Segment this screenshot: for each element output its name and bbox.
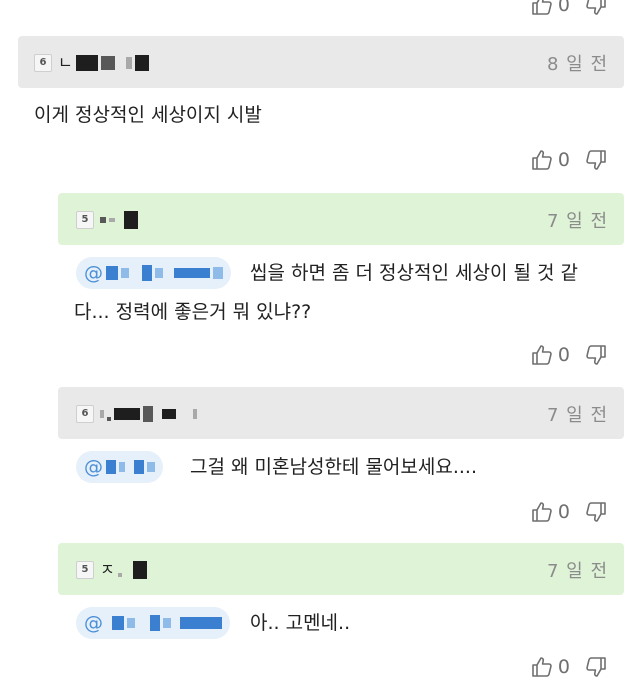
- comment-text: 씹을 하면 좀 더 정상적인 세상이 될 것 같: [250, 262, 578, 284]
- like-count: 0: [557, 656, 570, 678]
- like-count: 0: [557, 344, 570, 366]
- comment-text: 아.. 고멘네..: [250, 612, 351, 634]
- like-count: 0: [557, 501, 570, 523]
- thumbs-up-icon: [530, 343, 554, 367]
- dislike-button[interactable]: [584, 500, 608, 524]
- thumbs-up-icon: [530, 655, 554, 679]
- username-redacted[interactable]: [100, 404, 197, 424]
- username-redacted[interactable]: [100, 210, 138, 230]
- comment-time: 8 일 전: [546, 54, 608, 75]
- thumbs-down-icon: [584, 343, 608, 367]
- thumbs-down-icon: [584, 0, 608, 17]
- comment-header: 5 7 일 전: [58, 193, 624, 245]
- comment-text: 그걸 왜 미혼남성한테 물어보세요....: [190, 456, 477, 478]
- like-button[interactable]: 0: [530, 148, 570, 172]
- mention-tag[interactable]: @: [76, 607, 230, 639]
- comment-header: 6 ㄴ 8 일 전: [18, 36, 624, 88]
- thumbs-up-icon: [530, 500, 554, 524]
- like-button[interactable]: 0: [530, 500, 570, 524]
- dislike-button[interactable]: [584, 0, 608, 17]
- level-badge: 6: [34, 54, 52, 72]
- thumbs-up-icon: [530, 148, 554, 172]
- thumbs-down-icon: [584, 500, 608, 524]
- comment-time: 7 일 전: [546, 561, 608, 582]
- like-count: 0: [557, 149, 570, 171]
- like-button[interactable]: 0: [530, 0, 570, 17]
- vote-row: 0: [530, 340, 608, 370]
- username-redacted[interactable]: ㅈ: [100, 560, 147, 580]
- thumbs-up-icon: [530, 0, 554, 17]
- vote-row: 0: [530, 145, 608, 175]
- like-button[interactable]: 0: [530, 655, 570, 679]
- dislike-button[interactable]: [584, 343, 608, 367]
- vote-row: 0: [530, 497, 608, 527]
- level-badge: 5: [76, 561, 94, 579]
- comment-header: 5 ㅈ 7 일 전: [58, 543, 624, 595]
- dislike-button[interactable]: [584, 655, 608, 679]
- comment-header: 6 7 일 전: [58, 387, 624, 439]
- level-badge: 5: [76, 211, 94, 229]
- thumbs-down-icon: [584, 148, 608, 172]
- top-vote-row: 0: [530, 0, 608, 20]
- dislike-button[interactable]: [584, 148, 608, 172]
- like-button[interactable]: 0: [530, 343, 570, 367]
- comment-text-continued: 다... 정력에 좋은거 뭐 있냐??: [74, 301, 312, 323]
- mention-tag[interactable]: @: [76, 451, 163, 483]
- comment-text: 이게 정상적인 세상이지 시발: [34, 104, 262, 126]
- like-count: 0: [557, 0, 570, 16]
- mention-tag[interactable]: @: [76, 257, 231, 289]
- thumbs-down-icon: [584, 655, 608, 679]
- comment-time: 7 일 전: [546, 405, 608, 426]
- username-redacted[interactable]: ㄴ: [58, 53, 149, 73]
- level-badge: 6: [76, 405, 94, 423]
- vote-row: 0: [530, 652, 608, 682]
- comment-time: 7 일 전: [546, 211, 608, 232]
